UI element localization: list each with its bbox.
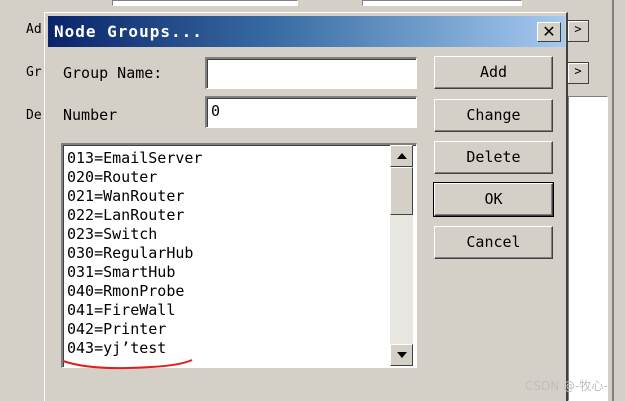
delete-button[interactable]: Delete <box>434 141 553 174</box>
node-group-list[interactable]: 013=EmailServer 020=Router 021=WanRouter… <box>61 143 417 368</box>
close-button[interactable]: ✕ <box>537 22 561 42</box>
list-scrollbar[interactable] <box>390 145 413 366</box>
bg-top-field-right <box>362 0 522 6</box>
group-name-input[interactable] <box>205 57 417 89</box>
ok-button[interactable]: OK <box>433 182 554 217</box>
scroll-up-button[interactable] <box>390 145 413 167</box>
number-label: Number <box>63 106 118 124</box>
group-name-label: Group Name: <box>63 64 163 82</box>
list-item[interactable]: 022=LanRouter <box>67 206 184 225</box>
change-button[interactable]: Change <box>434 99 553 132</box>
number-input[interactable]: 0 <box>205 96 417 128</box>
add-button[interactable]: Add <box>434 56 553 89</box>
list-item[interactable]: 023=Switch <box>67 225 157 244</box>
triangle-down-icon <box>396 352 407 358</box>
watermark: CSDN @-牧心- <box>525 379 608 393</box>
cancel-button[interactable]: Cancel <box>434 226 553 259</box>
dialog-titlebar[interactable]: Node Groups... ✕ <box>48 16 565 47</box>
node-groups-dialog: Node Groups... ✕ Group Name: Number 0 Ad… <box>44 12 568 401</box>
bg-description-area <box>568 96 608 401</box>
bg-arrow-button-1[interactable]: > <box>567 20 589 42</box>
scroll-thumb[interactable] <box>390 167 413 215</box>
bg-arrow-button-2[interactable]: > <box>567 62 589 84</box>
list-item[interactable]: 042=Printer <box>67 320 166 339</box>
list-viewport: 013=EmailServer 020=Router 021=WanRouter… <box>63 145 389 366</box>
list-item[interactable]: 041=FireWall <box>67 301 175 320</box>
bg-label-group: Gr <box>26 65 42 80</box>
list-item[interactable]: 020=Router <box>67 168 157 187</box>
list-item[interactable]: 031=SmartHub <box>67 263 175 282</box>
list-item[interactable]: 043=yj’test <box>67 339 166 358</box>
red-underline-annotation <box>62 359 193 370</box>
bg-label-add: Ad <box>26 22 42 37</box>
dialog-title: Node Groups... <box>54 22 203 41</box>
triangle-up-icon <box>396 153 407 159</box>
list-item[interactable]: 040=RmonProbe <box>67 282 184 301</box>
bg-right-border <box>612 0 614 401</box>
close-icon: ✕ <box>542 22 556 41</box>
list-item[interactable]: 013=EmailServer <box>67 149 202 168</box>
list-item[interactable]: 021=WanRouter <box>67 187 184 206</box>
bg-label-desc: De <box>26 108 42 123</box>
scroll-down-button[interactable] <box>390 344 413 366</box>
bg-top-field-left <box>112 0 298 6</box>
list-item[interactable]: 030=RegularHub <box>67 244 193 263</box>
